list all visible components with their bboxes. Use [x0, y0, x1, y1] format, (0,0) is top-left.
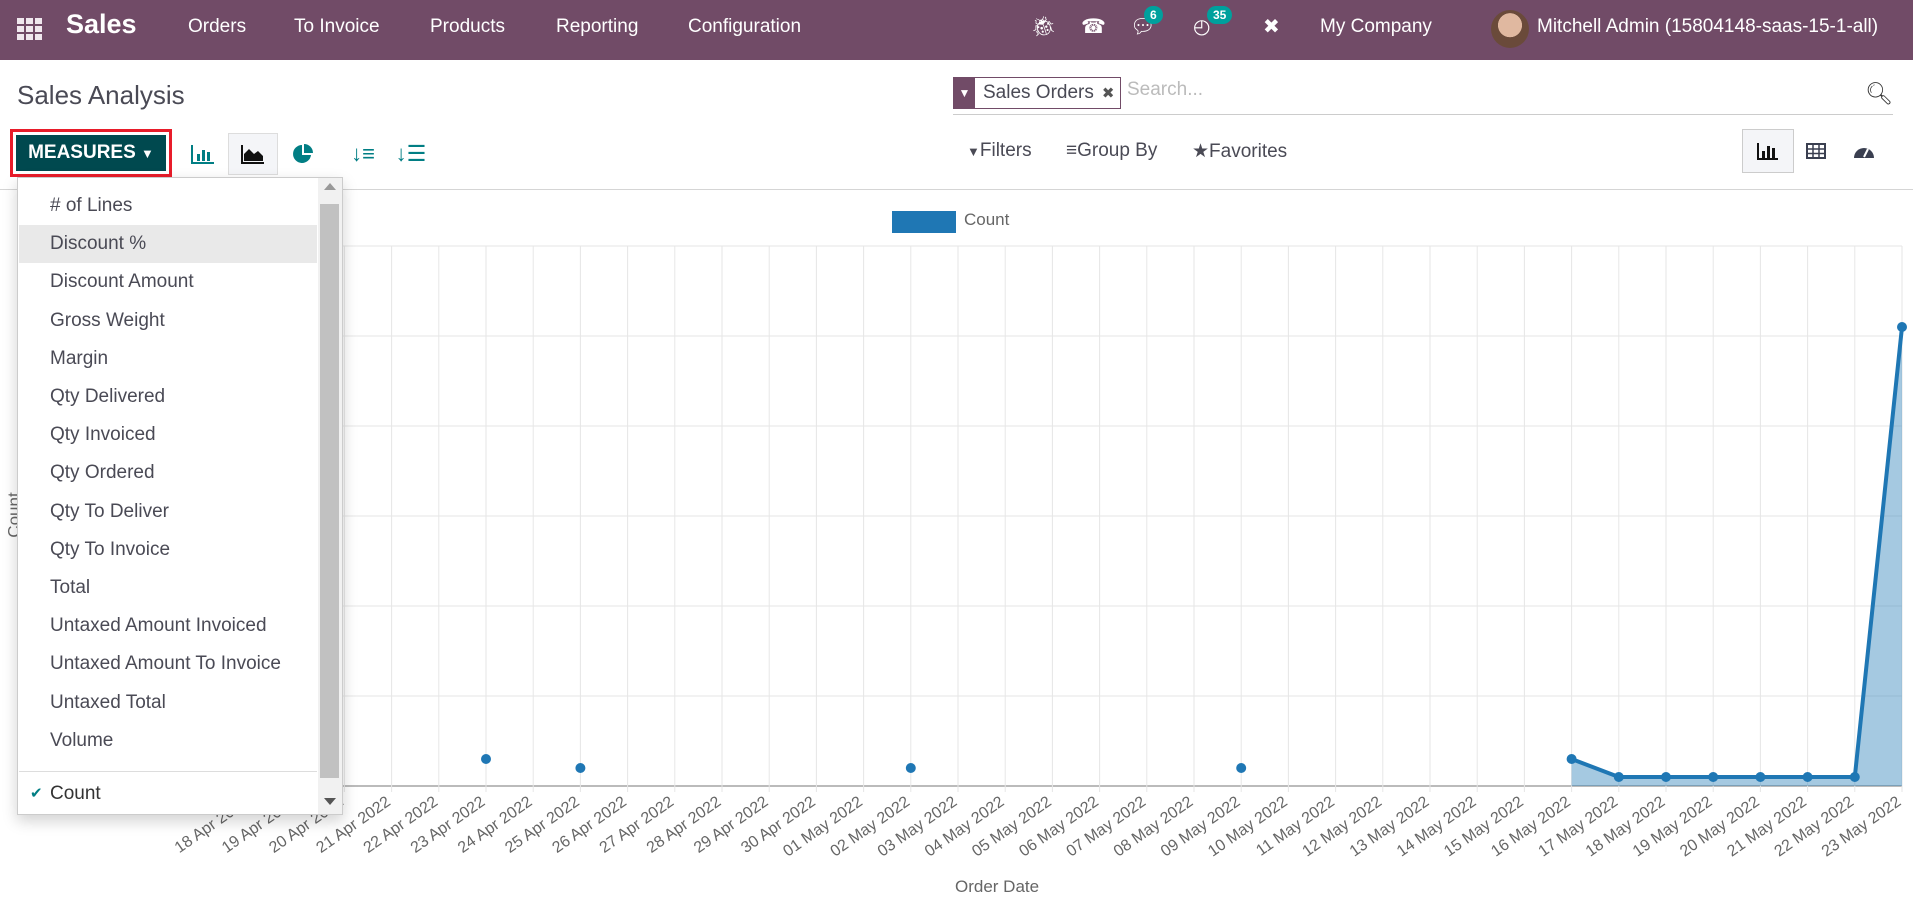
dropdown-separator — [19, 771, 317, 772]
bug-icon[interactable]: 🐞︎ — [1031, 14, 1056, 39]
measure-item[interactable]: Qty Invoiced — [19, 416, 317, 454]
facet-label: Sales Orders — [983, 82, 1094, 103]
measure-item[interactable]: Discount % — [19, 225, 317, 264]
favorites-button[interactable]: ★Favorites — [1192, 140, 1287, 163]
data-point — [1755, 772, 1766, 782]
caret-down-icon: ▼ — [141, 145, 154, 161]
menu-reporting[interactable]: Reporting — [556, 16, 638, 38]
group-by-label: Group By — [1077, 140, 1158, 161]
scrollbar-thumb[interactable] — [320, 204, 339, 778]
phone-icon[interactable]: ☎︎ — [1081, 14, 1106, 39]
sort-descending-icon[interactable]: ↓≡ — [338, 133, 388, 175]
line-chart-icon[interactable] — [228, 133, 278, 175]
bar-chart-icon[interactable] — [178, 133, 228, 175]
gauge-icon — [1854, 148, 1874, 158]
measure-item[interactable]: Qty To Invoice — [19, 531, 317, 569]
apps-grid-icon[interactable] — [14, 15, 42, 43]
avatar[interactable] — [1491, 10, 1529, 48]
user-menu[interactable]: Mitchell Admin (15804148-saas-15-1-all) — [1537, 16, 1878, 38]
data-point — [1661, 772, 1671, 782]
data-point — [1613, 772, 1624, 782]
clock-icon[interactable]: ◴ 35 — [1193, 6, 1233, 39]
filters-button[interactable]: ▼Filters — [967, 140, 1032, 162]
measure-item[interactable]: Untaxed Amount Invoiced — [19, 607, 317, 645]
measure-item[interactable]: Total — [19, 569, 317, 607]
scroll-down-icon[interactable] — [324, 798, 336, 805]
tools-icon[interactable]: ✖ — [1263, 14, 1280, 39]
dashboard-view-button[interactable] — [1838, 129, 1890, 173]
data-point — [1566, 754, 1577, 764]
search-icon[interactable]: 🔍︎ — [1865, 81, 1893, 107]
graph-view-button[interactable] — [1742, 129, 1794, 173]
measure-item[interactable]: # of Lines — [19, 187, 317, 225]
measure-item[interactable]: Untaxed Total — [19, 684, 317, 722]
group-by-button[interactable]: ≡Group By — [1066, 140, 1157, 162]
star-icon: ★ — [1192, 141, 1210, 162]
data-point — [1849, 772, 1860, 782]
top-navbar: Sales Orders To Invoice Products Reporti… — [0, 0, 1913, 60]
group-by-icon: ≡ — [1066, 140, 1078, 161]
checkmark-icon: ✔ — [30, 785, 43, 802]
filter-icon: ▼ — [967, 144, 980, 159]
filter-icon: ▼ — [954, 78, 975, 108]
measure-label: Count — [50, 783, 101, 804]
app-name[interactable]: Sales — [66, 9, 137, 40]
search-bar: ▼ Sales Orders ✖ 🔍︎ — [953, 77, 1893, 115]
menu-orders[interactable]: Orders — [188, 16, 246, 38]
menu-products[interactable]: Products — [430, 16, 505, 38]
measures-dropdown: Volume Untaxed Total Untaxed Amount To Inv… — [17, 177, 343, 815]
measure-item[interactable]: Untaxed Amount To Invoice — [19, 645, 317, 683]
chat-icon[interactable]: 💬︎ 6 — [1130, 6, 1163, 39]
graph-view-icon — [1757, 143, 1778, 160]
data-point — [1897, 322, 1907, 332]
measures-label: MEASURES — [28, 142, 136, 163]
data-point — [905, 763, 916, 773]
data-point — [1802, 772, 1813, 782]
measures-button[interactable]: MEASURES ▼ — [16, 135, 166, 171]
measure-item-count[interactable]: ✔ Count — [19, 775, 317, 813]
pivot-view-button[interactable] — [1790, 129, 1842, 173]
menu-configuration[interactable]: Configuration — [688, 16, 801, 38]
area-fill — [1571, 327, 1902, 786]
measure-item[interactable]: Qty Delivered — [19, 378, 317, 416]
scroll-up-icon[interactable] — [324, 183, 336, 190]
series-line — [1570, 326, 1904, 779]
data-point — [1708, 772, 1719, 782]
data-point — [575, 763, 586, 773]
table-icon — [1806, 143, 1826, 159]
measure-item[interactable]: Margin — [19, 340, 317, 378]
company-switcher[interactable]: My Company — [1320, 16, 1432, 38]
measure-item[interactable]: Gross Weight — [19, 302, 317, 340]
pie-chart-icon[interactable] — [278, 133, 328, 175]
sort-ascending-icon[interactable]: ↓☰ — [386, 133, 436, 175]
data-point — [481, 754, 491, 764]
facet-close-icon[interactable]: ✖ — [1102, 84, 1121, 102]
search-facet: ▼ Sales Orders ✖ — [953, 77, 1122, 109]
measure-item[interactable]: Qty Ordered — [19, 454, 317, 492]
filters-label: Filters — [979, 140, 1032, 161]
measure-item[interactable]: Qty To Deliver — [19, 493, 317, 531]
messages-badge: 6 — [1144, 6, 1163, 24]
data-point — [1236, 763, 1247, 773]
menu-to-invoice[interactable]: To Invoice — [294, 16, 380, 38]
x-axis-label: Order Date — [955, 877, 1040, 896]
activities-badge: 35 — [1207, 6, 1233, 24]
search-input[interactable] — [1127, 79, 1827, 101]
measure-item[interactable]: Volume — [19, 722, 317, 760]
page-title: Sales Analysis — [17, 80, 185, 110]
measures-highlight: MEASURES ▼ — [10, 129, 172, 177]
favorites-label: Favorites — [1209, 141, 1288, 162]
measure-item[interactable]: Discount Amount — [19, 263, 317, 301]
